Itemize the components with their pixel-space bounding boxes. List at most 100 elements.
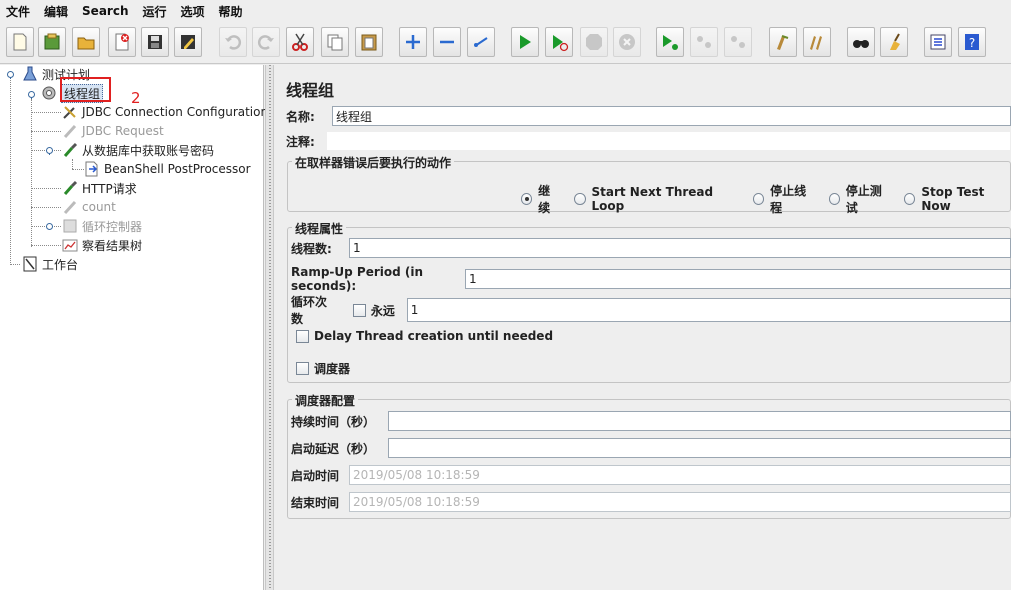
redo-button[interactable] (252, 27, 280, 57)
clear-all-icon (810, 36, 822, 50)
stop-button[interactable] (580, 27, 608, 57)
forever-label: 永远 (370, 303, 395, 318)
start-time-field[interactable]: 2019/05/08 10:18:59 (349, 465, 1011, 485)
function-helper-button[interactable] (924, 27, 952, 57)
collapse-toggle-icon[interactable] (45, 146, 54, 155)
menu-file[interactable]: 文件 (6, 3, 30, 20)
radio-start-next-loop[interactable]: Start Next Thread Loop (574, 185, 739, 213)
page-title: 线程组 (286, 81, 335, 100)
save-button[interactable] (141, 27, 169, 57)
start-no-pause-icon (553, 35, 569, 52)
tree-node-jdbc-config[interactable]: JDBC Connection Configuration (62, 103, 268, 121)
thread-properties-group-title: 线程属性 (292, 220, 347, 237)
comment-field[interactable] (326, 131, 1011, 151)
startup-delay-field[interactable] (388, 438, 1011, 458)
close-icon (115, 33, 129, 51)
paste-icon (361, 34, 377, 51)
tree-node-loop[interactable]: 循环控制器 (62, 217, 142, 235)
search-button[interactable] (847, 27, 875, 57)
open-icon (77, 37, 95, 50)
radio-button[interactable] (752, 193, 765, 205)
radio-stop-thread[interactable]: 停止线程 (752, 182, 815, 216)
radio-stop-test-now[interactable]: Stop Test Now (904, 185, 1011, 213)
menu-edit[interactable]: 编辑 (44, 3, 68, 20)
save-as-button[interactable] (174, 27, 202, 57)
flask-icon (22, 66, 38, 82)
tree-node-db-fetch[interactable]: 从数据库中获取账号密码 (62, 141, 214, 159)
gear-icon (41, 85, 57, 101)
workbench-icon (22, 256, 38, 272)
tree-node-beanshell[interactable]: BeanShell PostProcessor (84, 160, 251, 178)
new-button[interactable] (6, 27, 34, 57)
close-button[interactable] (108, 27, 136, 57)
radio-continue[interactable]: 继续 (521, 182, 560, 216)
start-time-label: 启动时间 (291, 468, 340, 483)
cut-button[interactable] (286, 27, 314, 57)
help-button[interactable]: ? (958, 27, 986, 57)
start-no-pause-button[interactable] (545, 27, 573, 57)
rampup-field[interactable]: 1 (465, 269, 1011, 289)
radio-stop-test[interactable]: 停止测试 (828, 182, 891, 216)
reset-search-button[interactable] (880, 27, 908, 57)
tree-node-workbench[interactable]: 工作台 (22, 255, 78, 273)
delay-thread-checkbox[interactable] (296, 329, 309, 343)
collapse-toggle-icon[interactable] (6, 70, 15, 79)
menu-options[interactable]: 选项 (181, 3, 205, 20)
menu-run[interactable]: 运行 (142, 3, 166, 20)
tree-node-http[interactable]: HTTP请求 (62, 179, 137, 197)
shutdown-button[interactable] (613, 27, 641, 57)
templates-button[interactable] (38, 27, 66, 57)
radio-button[interactable] (574, 193, 586, 205)
save-icon (148, 35, 162, 49)
splitter[interactable] (265, 65, 274, 590)
menu-bar: 文件 编辑 Search 运行 选项 帮助 (0, 0, 1011, 22)
graph-icon (62, 237, 78, 253)
expand-toggle-icon[interactable] (45, 222, 54, 231)
threads-field[interactable]: 1 (349, 238, 1011, 258)
menu-help[interactable]: 帮助 (219, 3, 243, 20)
tree-node-results-tree[interactable]: 察看结果树 (62, 236, 142, 254)
radio-button-selected[interactable] (521, 193, 533, 205)
search-icon (853, 40, 869, 48)
expand-button[interactable] (399, 27, 427, 57)
comment-label: 注释: (286, 134, 315, 149)
sampler-error-group-title: 在取样器错误后要执行的动作 (292, 154, 455, 171)
tree-node-count[interactable]: count (62, 198, 116, 216)
start-button[interactable] (511, 27, 539, 57)
radio-button[interactable] (904, 193, 916, 205)
start-icon (520, 35, 531, 49)
remote-stop-icon (697, 36, 711, 48)
svg-text:?: ? (969, 36, 975, 50)
clear-all-button[interactable] (803, 27, 831, 57)
remote-shutdown-button[interactable] (724, 27, 752, 57)
undo-button[interactable] (219, 27, 247, 57)
scheduler-checkbox[interactable] (296, 362, 309, 375)
collapse-toggle-icon[interactable] (27, 90, 36, 99)
name-field[interactable]: 线程组 (332, 106, 1011, 126)
clear-button[interactable] (769, 27, 797, 57)
highlight-box (60, 77, 111, 102)
remote-start-button[interactable] (656, 27, 684, 57)
function-helper-icon (930, 34, 946, 50)
collapse-icon (440, 40, 454, 44)
shutdown-icon (619, 34, 635, 50)
paste-button[interactable] (355, 27, 383, 57)
loop-count-field[interactable]: 1 (406, 298, 1011, 322)
reset-search-icon (890, 33, 900, 50)
menu-search[interactable]: Search (82, 4, 128, 18)
pipette-icon (62, 180, 78, 196)
remote-stop-button[interactable] (690, 27, 718, 57)
forever-checkbox[interactable] (352, 303, 366, 317)
pipette-icon (62, 199, 78, 215)
clear-icon (777, 35, 789, 50)
end-time-field[interactable]: 2019/05/08 10:18:59 (349, 492, 1011, 512)
tree-node-jdbc-request[interactable]: JDBC Request (62, 122, 164, 140)
copy-button[interactable] (321, 27, 349, 57)
remote-start-icon (663, 35, 678, 50)
collapse-button[interactable] (433, 27, 461, 57)
templates-icon (44, 33, 60, 50)
duration-field[interactable] (388, 411, 1011, 431)
toggle-button[interactable] (467, 27, 495, 57)
open-button[interactable] (72, 27, 100, 57)
radio-button[interactable] (828, 193, 840, 205)
